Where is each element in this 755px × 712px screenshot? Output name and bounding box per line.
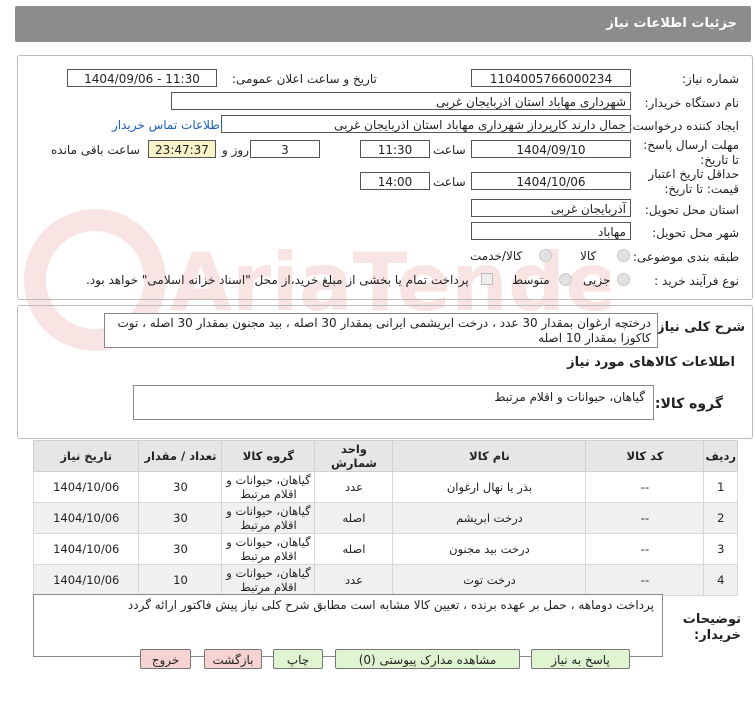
cell-item-group: گیاهان، حیوانات و اقلام مرتبط (221, 564, 316, 596)
days-label: روز و (222, 143, 249, 157)
validity-time-field[interactable]: 14:00 (360, 172, 430, 190)
cell-item-code: -- (585, 502, 705, 534)
cell-row-number: 1 (703, 471, 738, 503)
announce-field[interactable]: 1404/09/06 - 11:30 (67, 69, 217, 87)
category-label: طبقه بندی موضوعی: (632, 250, 739, 264)
panel-header: جزئیات اطلاعات نیاز (15, 6, 751, 42)
cell-item-name: بذر یا نهال ارغوان (392, 471, 587, 503)
goods-group-value: گیاهان، حیوانات و اقلام مرتبط (494, 390, 645, 404)
cell-item-group: گیاهان، حیوانات و اقلام مرتبط (221, 502, 316, 534)
validity-date-field[interactable]: 1404/10/06 (471, 172, 631, 190)
back-button[interactable]: بازگشت (204, 649, 262, 669)
cell-row-number: 2 (703, 502, 738, 534)
col-header-need-date: تاریخ نیاز (32, 440, 140, 472)
deadline-time-field[interactable]: 11:30 (360, 140, 430, 158)
cell-quantity: 10 (138, 564, 223, 596)
col-header-quantity: تعداد / مقدار (138, 440, 223, 472)
announce-label: تاریخ و ساعت اعلان عمومی: (232, 72, 377, 86)
exit-button[interactable]: خروج (140, 649, 191, 669)
creator-field[interactable]: جمال دارند کارپرداز شهرداری مهاباد استان… (221, 115, 631, 133)
col-header-item-group: گروه کالا (221, 440, 316, 472)
remaining-time-field: 23:47:37 (148, 140, 216, 158)
table-row: 4 -- درخت توت عدد گیاهان، حیوانات و اقلا… (32, 564, 738, 596)
days-field[interactable]: 3 (250, 140, 320, 158)
goods-group-textarea[interactable]: گیاهان، حیوانات و اقلام مرتبط (133, 385, 654, 420)
goods-group-label: گروه کالا: (654, 396, 723, 412)
print-button[interactable]: چاپ (273, 649, 323, 669)
buyer-org-field[interactable]: شهرداری مهاباد استان اذربایجان غربی (171, 92, 631, 110)
deadline-date-field[interactable]: 1404/09/10 (471, 140, 631, 158)
category-radio-goods-service[interactable] (539, 249, 552, 262)
cell-need-date: 1404/10/06 (32, 564, 140, 596)
cell-need-date: 1404/10/06 (32, 502, 140, 534)
cell-item-group: گیاهان، حیوانات و اقلام مرتبط (221, 533, 316, 565)
remaining-label: ساعت باقی مانده (51, 143, 141, 157)
table-row: 1 -- بذر یا نهال ارغوان عدد گیاهان، حیوا… (32, 471, 738, 503)
cell-need-date: 1404/10/06 (32, 533, 140, 565)
cell-quantity: 30 (138, 502, 223, 534)
cell-row-number: 4 (703, 564, 738, 596)
treasury-payment-checkbox[interactable] (481, 273, 493, 285)
deadline-label: مهلت ارسال پاسخ: تا تاریخ: (643, 138, 739, 167)
cell-row-number: 3 (703, 533, 738, 565)
summary-line-1: درختچه ارغوان بمقدار 30 عدد ، درخت ابریش… (117, 316, 651, 330)
cell-item-name: درخت ابریشم (392, 502, 587, 534)
category-radio-goods[interactable] (617, 249, 630, 262)
cell-item-group: گیاهان، حیوانات و اقلام مرتبط (221, 471, 316, 503)
cell-item-code: -- (585, 533, 705, 565)
validity-time-label: ساعت (433, 175, 466, 189)
process-label: نوع فرآیند خرید : (654, 274, 739, 288)
summary-line-2: کاکوزا بمقدار 10 اصله (538, 331, 651, 345)
cell-item-name: درخت بید مجنون (392, 533, 587, 565)
cell-item-code: -- (585, 564, 705, 596)
need-number-field[interactable]: 1104005766000234 (471, 69, 631, 87)
items-table: ردیف کد کالا نام کالا واحد شمارش گروه کا… (32, 440, 738, 596)
deadline-time-label: ساعت (433, 143, 466, 157)
cell-unit: اصله (314, 533, 394, 565)
summary-textarea[interactable]: درختچه ارغوان بمقدار 30 عدد ، درخت ابریش… (104, 313, 658, 348)
table-header-row: ردیف کد کالا نام کالا واحد شمارش گروه کا… (32, 440, 738, 472)
table-row: 2 -- درخت ابریشم اصله گیاهان، حیوانات و … (32, 502, 738, 534)
cell-unit: عدد (314, 564, 394, 596)
table-row: 3 -- درخت بید مجنون اصله گیاهان، حیوانات… (32, 533, 738, 565)
page-title: جزئیات اطلاعات نیاز (606, 16, 737, 31)
col-header-item-name: نام کالا (392, 440, 587, 472)
col-header-row-number: ردیف (703, 440, 738, 472)
buyer-org-label: نام دستگاه خریدار: (644, 96, 740, 110)
city-field[interactable]: مهاباد (471, 222, 631, 240)
city-label: شهر محل تحویل: (652, 226, 739, 240)
category-option-goods-service: کالا/خدمت (470, 249, 523, 263)
creator-label: ایجاد کننده درخواست: (628, 119, 739, 133)
cell-item-name: درخت توت (392, 564, 587, 596)
buyer-notes-textarea[interactable]: پرداخت دوماهه ، حمل بر عهده برنده ، تعیی… (33, 594, 663, 657)
cell-quantity: 30 (138, 471, 223, 503)
contact-info-link[interactable]: اطلاعات تماس خریدار (112, 118, 223, 132)
need-number-label: شماره نیاز: (682, 72, 739, 86)
cell-quantity: 30 (138, 533, 223, 565)
reply-button[interactable]: پاسخ به نیاز (531, 649, 630, 669)
attachments-button[interactable]: مشاهده مدارک پیوستی (0) (335, 649, 520, 669)
buyer-notes-value: پرداخت دوماهه ، حمل بر عهده برنده ، تعیی… (127, 598, 654, 612)
col-header-item-code: کد کالا (585, 440, 705, 472)
validity-label: حداقل تاریخ اعتبار قیمت: تا تاریخ: (648, 167, 739, 196)
cell-need-date: 1404/10/06 (32, 471, 140, 503)
process-radio-medium[interactable] (559, 273, 572, 286)
buyer-notes-label: توضیحات خریدار: (682, 612, 741, 643)
cell-unit: عدد (314, 471, 394, 503)
treasury-payment-note: پرداخت تمام یا بخشی از مبلغ خرید،از محل … (86, 273, 469, 287)
process-option-medium: متوسط (512, 273, 550, 287)
category-option-goods: کالا (580, 249, 597, 263)
goods-section-title: اطلاعات کالاهای مورد نیاز (567, 355, 735, 370)
process-option-minor: جزیی (583, 273, 611, 287)
cell-item-code: -- (585, 471, 705, 503)
cell-unit: اصله (314, 502, 394, 534)
province-label: استان محل تحویل: (644, 203, 739, 217)
col-header-unit: واحد شمارش (314, 440, 394, 472)
summary-label: شرح کلی نیاز: (651, 320, 745, 335)
province-field[interactable]: آذربایجان غربی (471, 199, 631, 217)
process-radio-minor[interactable] (617, 273, 630, 286)
